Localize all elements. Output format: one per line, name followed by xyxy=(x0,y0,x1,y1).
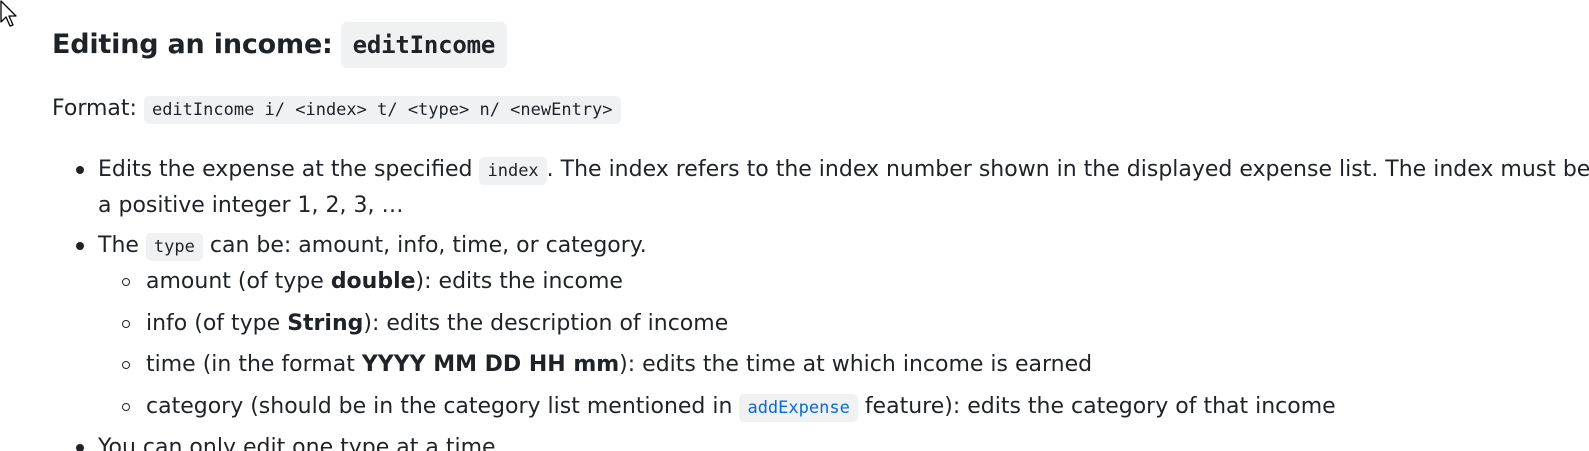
format-code: editIncome i/ <index> t/ <type> n/ <newE… xyxy=(143,96,621,124)
list-item-text: . The index refers to the index number s… xyxy=(546,157,1589,182)
bullet-circle xyxy=(122,361,130,369)
sub-item-time: time (in the format YYYY MM DD HH mm): e… xyxy=(146,347,1092,383)
sub-item-info: info (of type String): edits the descrip… xyxy=(146,306,728,342)
sub-item-bold: String xyxy=(287,311,364,336)
bullet-circle xyxy=(122,403,130,411)
bullet-disc xyxy=(76,242,84,250)
addexpense-link[interactable]: addExpense xyxy=(739,394,858,422)
mouse-pointer-icon xyxy=(0,0,17,27)
list-item-text: The xyxy=(98,233,139,258)
list-item-text: a positive integer 1, 2, 3, … xyxy=(98,193,404,218)
section-heading: Editing an income: editIncome xyxy=(52,22,508,68)
index-code: index xyxy=(479,157,547,185)
type-code: type xyxy=(145,233,203,261)
bullet-disc xyxy=(76,166,84,174)
sub-item-text: time (in the format xyxy=(146,352,362,377)
list-item-text: can be: amount, info, time, or category. xyxy=(209,233,647,258)
sub-item-text: ): edits the income xyxy=(415,269,623,294)
sub-item-bold: double xyxy=(330,269,416,294)
list-item-index-continued: a positive integer 1, 2, 3, … xyxy=(98,188,403,224)
heading-code: editIncome xyxy=(340,22,508,68)
list-item-one-type: You can only edit one type at a time. xyxy=(98,430,503,451)
sub-item-text: ): edits the time at which income is ear… xyxy=(619,352,1093,377)
sub-item-text: info (of type xyxy=(146,311,288,336)
format-line: Format: editIncome i/ <index> t/ <type> … xyxy=(52,94,621,125)
list-item-index: Edits the expense at the specified index… xyxy=(98,152,1589,189)
sub-item-bold: YYYY MM DD HH mm xyxy=(361,352,620,377)
sub-item-amount: amount (of type double): edits the incom… xyxy=(146,264,623,300)
list-item-text: You can only edit one type at a time. xyxy=(98,435,503,451)
sub-item-text: feature): edits the category of that inc… xyxy=(864,394,1336,419)
bullet-circle xyxy=(122,320,130,328)
list-item-type: The type can be: amount, info, time, or … xyxy=(98,228,647,265)
sub-item-text: ): edits the description of income xyxy=(363,311,729,336)
sub-item-category: category (should be in the category list… xyxy=(146,389,1336,426)
sub-item-text: amount (of type xyxy=(146,269,331,294)
sub-item-text: category (should be in the category list… xyxy=(146,394,733,419)
bullet-circle xyxy=(122,278,130,286)
heading-text: Editing an income: xyxy=(52,29,333,60)
bullet-disc xyxy=(76,444,84,451)
format-label: Format: xyxy=(52,96,137,121)
list-item-text: Edits the expense at the specified xyxy=(98,157,473,182)
